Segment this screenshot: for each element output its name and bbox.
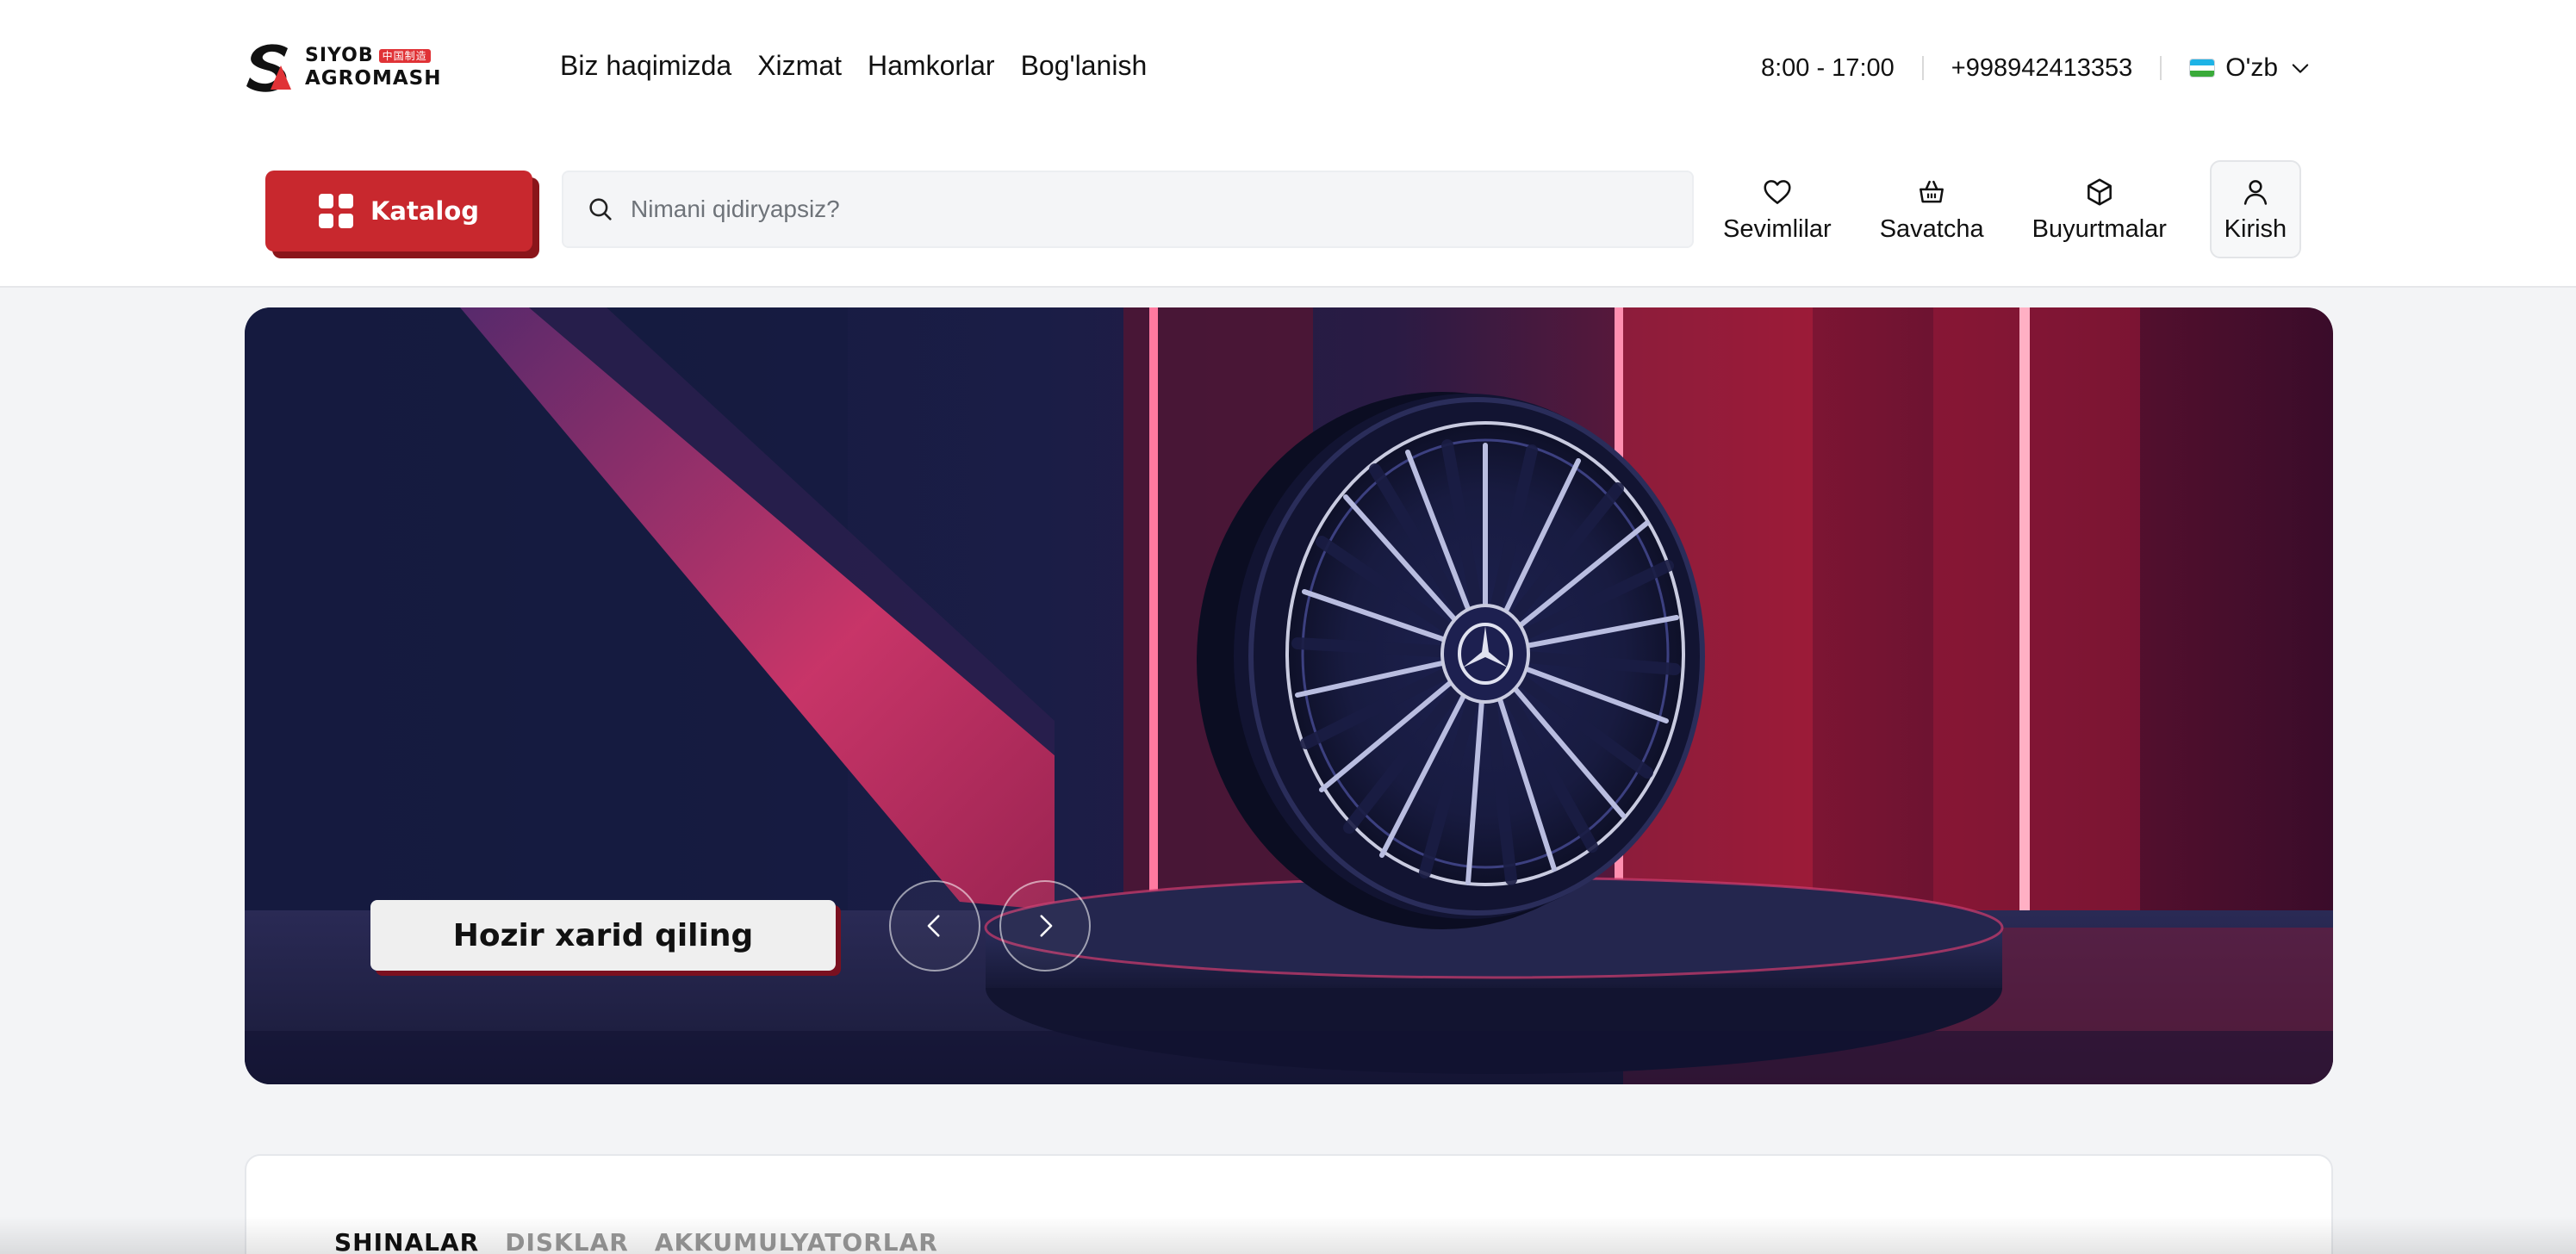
favorites-button[interactable]: Sevimlilar <box>1714 160 1840 258</box>
search-box <box>562 171 1694 248</box>
tab-batteries[interactable]: AKKUMULYATORLAR <box>655 1228 938 1254</box>
phone-number[interactable]: +998942413353 <box>1951 54 2132 83</box>
cart-label: Savatcha <box>1879 214 1984 243</box>
divider <box>2160 56 2162 80</box>
language-label: O'zb <box>2225 53 2278 82</box>
search-icon <box>589 198 612 220</box>
divider <box>1921 56 1924 80</box>
box-icon <box>2087 177 2112 206</box>
hero-banner: Hozir xarid qiling <box>245 307 2333 1084</box>
catalog-button[interactable]: Katalog <box>265 171 532 251</box>
brand-logo[interactable]: SIYOB 中国制造 AGROMASH <box>243 38 446 96</box>
basket-icon <box>1920 180 1944 202</box>
chevron-down-icon <box>2292 64 2309 73</box>
login-button[interactable]: Kirish <box>2209 160 2301 258</box>
brand-name: SIYOB <box>305 44 374 66</box>
slider-next-button[interactable] <box>999 880 1091 972</box>
cart-button[interactable]: Savatcha <box>1871 160 1993 258</box>
login-label: Kirish <box>2224 214 2287 243</box>
uzbekistan-flag-icon <box>2189 59 2216 78</box>
tab-wheels[interactable]: DISKLAR <box>505 1228 629 1254</box>
user-icon <box>2243 179 2268 205</box>
nav-link-partners[interactable]: Hamkorlar <box>868 50 995 82</box>
grid-icon <box>318 194 353 228</box>
tab-tyres[interactable]: SHINALAR <box>334 1228 479 1254</box>
product-category-card: SHINALAR DISKLAR AKKUMULYATORLAR <box>245 1154 2333 1254</box>
shop-now-label: Hozir xarid qiling <box>452 917 754 953</box>
orders-button[interactable]: Buyurtmalar <box>2024 160 2175 258</box>
favorites-label: Sevimlilar <box>1723 214 1832 243</box>
main-nav: Biz haqimizda Xizmat Hamkorlar Bog'lanis… <box>560 50 1147 82</box>
nav-link-about[interactable]: Biz haqimizda <box>560 50 731 82</box>
slider-prev-button[interactable] <box>889 880 980 972</box>
site-header: SIYOB 中国制造 AGROMASH Biz haqimizda Xizmat… <box>0 0 2576 288</box>
nav-link-services[interactable]: Xizmat <box>757 50 842 82</box>
shop-now-button[interactable]: Hozir xarid qiling <box>370 900 836 971</box>
brand-badge: 中国制造 <box>378 48 431 63</box>
chevron-left-icon <box>927 915 940 937</box>
header-actions: Sevimlilar Savatcha Buyurtmalar Kirish <box>1714 160 2301 258</box>
language-selector[interactable]: O'zb <box>2189 53 2312 83</box>
orders-label: Buyurtmalar <box>2032 214 2167 243</box>
heart-icon <box>1764 179 1791 204</box>
chevron-right-icon <box>1040 915 1053 937</box>
header-contacts: 8:00 - 17:00 +998942413353 O'zb <box>1761 53 2312 83</box>
working-hours: 8:00 - 17:00 <box>1760 53 1895 82</box>
logo-mark-icon <box>243 40 298 95</box>
catalog-label: Katalog <box>370 196 480 226</box>
category-tabs: SHINALAR DISKLAR AKKUMULYATORLAR <box>334 1228 938 1254</box>
nav-link-contact[interactable]: Bog'lanish <box>1021 50 1148 82</box>
search-input[interactable] <box>631 196 1664 223</box>
brand-subname: AGROMASH <box>305 66 442 90</box>
